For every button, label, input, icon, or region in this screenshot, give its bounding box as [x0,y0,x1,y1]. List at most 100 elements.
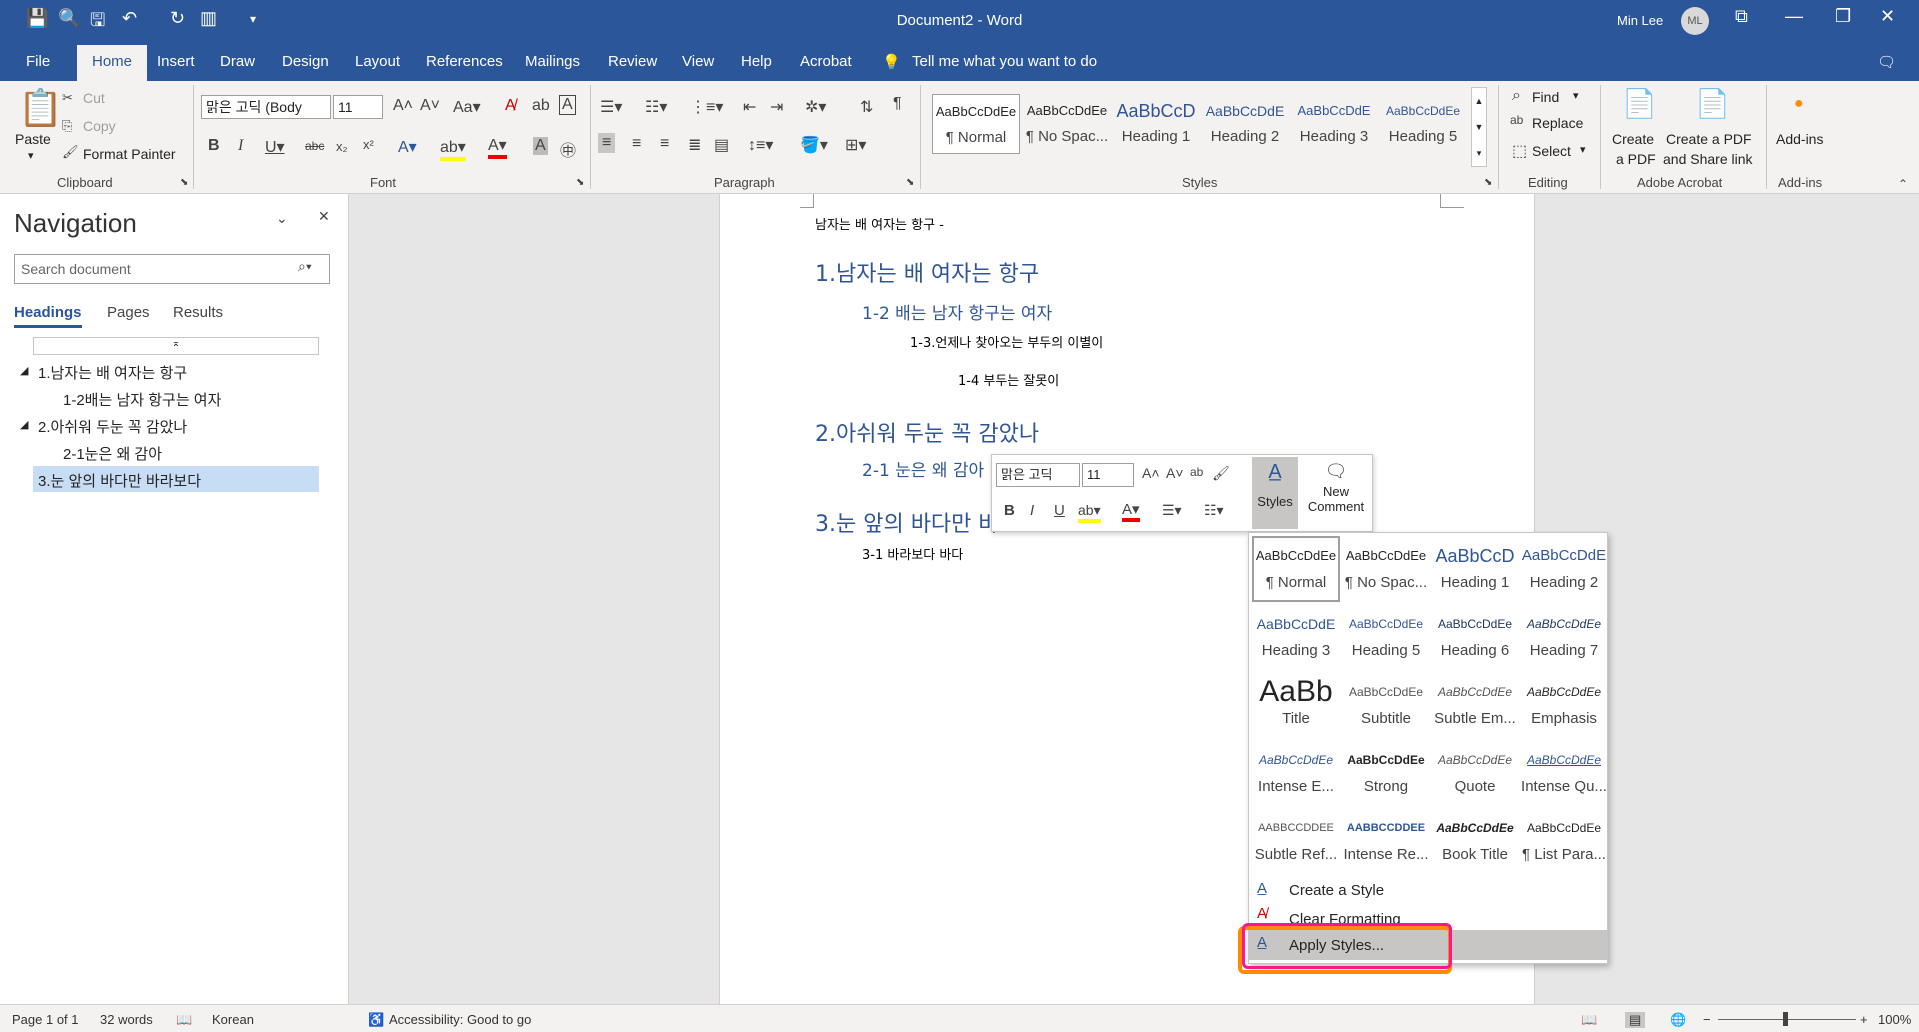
shrink-font-icon[interactable]: A˅ [420,97,440,115]
change-case-icon[interactable]: Aa▾ [453,97,481,117]
underline-icon[interactable]: U▾ [265,137,285,157]
format-painter-button[interactable]: Format Painter [83,146,176,162]
tab-insert[interactable]: Insert [157,53,195,70]
tab-layout[interactable]: Layout [355,53,400,70]
borders-icon[interactable]: ⊞▾ [845,135,866,155]
tab-help[interactable]: Help [741,53,772,70]
style-normal[interactable]: AaBbCcDdEe ¶ Normal [932,94,1020,154]
numbering-icon[interactable]: ☷▾ [645,97,667,117]
font-color-icon[interactable]: A▾ [1122,500,1140,522]
close-pane-icon[interactable]: ✕ [318,208,330,225]
new-comment-button[interactable]: 🗨 New Comment [1302,457,1370,529]
copy-button[interactable]: Copy [83,118,116,134]
style-heading-2[interactable]: AaBbCcDdE Heading 2 [1201,94,1289,154]
clipboard-launcher-icon[interactable]: ⬊ [180,177,188,188]
italic-icon[interactable]: I [1030,502,1034,519]
underline-icon[interactable]: U [1054,502,1065,519]
nav-heading-item[interactable]: 1-2배는 남자 항구는 여자 [63,389,221,410]
style-cell-heading-2[interactable]: AaBbCcDdE Heading 2 [1520,538,1608,604]
superscript-icon[interactable]: x² [363,137,374,152]
style-cell-intense-reference[interactable]: AABBCCDDEE Intense Re... [1342,810,1430,876]
style-cell-heading-6[interactable]: AaBbCcDdEe Heading 6 [1431,606,1519,672]
tab-home[interactable]: Home [77,45,147,81]
multilevel-list-icon[interactable]: ⋮≡▾ [690,97,723,117]
justify-icon[interactable]: ≣ [688,135,701,155]
style-cell-subtle-reference[interactable]: AABBCCDDEE Subtle Ref... [1252,810,1340,876]
phonetic-guide-icon[interactable]: ab [532,97,550,115]
pane-options-icon[interactable]: ⌄ [276,210,288,227]
style-cell-emphasis[interactable]: AaBbCcDdEe Emphasis [1520,674,1608,740]
nav-heading-item[interactable]: 2-1눈은 왜 감아 [63,443,162,464]
style-cell-no-spacing[interactable]: AaBbCcDdEe ¶ No Spac... [1342,538,1430,604]
share-pdf-label-1[interactable]: Create a PDF [1666,131,1752,147]
font-color-icon[interactable]: A▾ [488,135,507,159]
style-cell-book-title[interactable]: AaBbCcDdEe Book Title [1431,810,1519,876]
collapse-all-bar[interactable]: ⌅ [33,337,319,355]
doc-heading-2[interactable]: 1-2 배는 남자 항구는 여자 [862,299,1052,324]
collapse-triangle-icon[interactable]: ◢ [20,418,28,431]
tab-results[interactable]: Results [173,304,223,321]
style-cell-heading-7[interactable]: AaBbCcDdEe Heading 7 [1520,606,1608,672]
zoom-level[interactable]: 100% [1878,1012,1911,1027]
web-layout-icon[interactable]: 🌐 [1670,1012,1686,1028]
style-heading-1[interactable]: AaBbCcD Heading 1 [1112,94,1200,154]
style-cell-normal[interactable]: AaBbCcDdEe ¶ Normal [1252,536,1340,602]
tab-references[interactable]: References [426,53,503,70]
style-cell-heading-1[interactable]: AaBbCcD Heading 1 [1431,538,1519,604]
center-icon[interactable]: ≡ [632,135,641,153]
tab-acrobat[interactable]: Acrobat [800,53,852,70]
nav-heading-item[interactable]: 1.남자는 배 여자는 항구 [38,362,187,383]
bold-icon[interactable]: B [1004,502,1015,519]
style-cell-intense-quote[interactable]: AaBbCcDdEe Intense Qu... [1520,742,1608,808]
strikethrough-icon[interactable]: abc [305,139,324,153]
zoom-in-icon[interactable]: + [1860,1012,1868,1027]
paste-button[interactable]: Paste [15,131,51,147]
proofing-icon[interactable]: 📖 [176,1012,192,1028]
doc-line[interactable]: 남자는 배 여자는 항구 - [815,214,944,233]
style-cell-title[interactable]: AaBb Title [1252,674,1340,740]
character-shading-icon[interactable]: A [533,137,548,155]
find-button[interactable]: Find [1532,89,1559,105]
format-painter-icon[interactable]: 🖌 [1212,465,1230,482]
tab-review[interactable]: Review [608,53,657,70]
phonetic-guide-icon[interactable]: ab [1190,465,1203,479]
read-mode-icon[interactable]: 📖 [1581,1012,1597,1028]
mini-styles-button[interactable]: A̲ Styles [1252,457,1298,529]
align-left-icon[interactable]: ≡ [598,133,616,153]
style-cell-subtle-emphasis[interactable]: AaBbCcDdEe Subtle Em... [1431,674,1519,740]
cut-button[interactable]: Cut [83,90,105,106]
font-launcher-icon[interactable]: ⬊ [576,177,584,188]
word-count[interactable]: 32 words [100,1012,153,1027]
tell-me-search[interactable]: Tell me what you want to do [912,53,1097,70]
italic-icon[interactable]: I [238,137,243,155]
style-heading-5[interactable]: AaBbCcDdEe Heading 5 [1379,94,1467,154]
style-cell-intense-emphasis[interactable]: AaBbCcDdEe Intense E... [1252,742,1340,808]
tab-pages[interactable]: Pages [107,304,150,321]
style-cell-list-paragraph[interactable]: AaBbCcDdEe ¶ List Para... [1520,810,1608,876]
highlight-icon[interactable]: ab▾ [1078,502,1101,523]
doc-heading-1[interactable]: 3.눈 앞의 바다만 바 [815,506,999,538]
mini-size-combo[interactable]: 11 [1082,463,1134,487]
distributed-icon[interactable]: ▤ [714,135,729,155]
decrease-indent-icon[interactable]: ⇤ [743,97,756,117]
style-cell-strong[interactable]: AaBbCcDdEe Strong [1342,742,1430,808]
text-effects-icon[interactable]: A▾ [398,137,417,157]
asian-layout-icon[interactable]: ✲▾ [805,97,826,117]
style-heading-3[interactable]: AaBbCcDdE Heading 3 [1290,94,1378,154]
doc-heading-2[interactable]: 3-1 바라보다 바다 [862,544,963,563]
enclose-character-icon[interactable]: ㊥ [560,137,576,161]
bullets-icon[interactable]: ☰▾ [1162,502,1182,519]
doc-heading-2[interactable]: 2-1 눈은 왜 감아 [862,456,984,481]
style-no-spacing[interactable]: AaBbCcDdEe ¶ No Spac... [1023,94,1111,154]
sort-icon[interactable]: ⇅ [860,97,873,117]
create-style-menu-item[interactable]: Create a Style [1289,882,1384,899]
tab-mailings[interactable]: Mailings [525,53,580,70]
replace-button[interactable]: Replace [1532,115,1583,131]
style-cell-heading-3[interactable]: AaBbCcDdE Heading 3 [1252,606,1340,672]
search-input[interactable]: Search document [14,254,330,284]
style-cell-subtitle[interactable]: AaBbCcDdEe Subtitle [1342,674,1430,740]
add-ins-button[interactable]: Add-ins [1776,131,1823,147]
user-name[interactable]: Min Lee [1617,13,1663,28]
bullets-icon[interactable]: ☰▾ [600,97,622,117]
mini-font-combo[interactable]: 맑은 고딕 [996,463,1080,487]
